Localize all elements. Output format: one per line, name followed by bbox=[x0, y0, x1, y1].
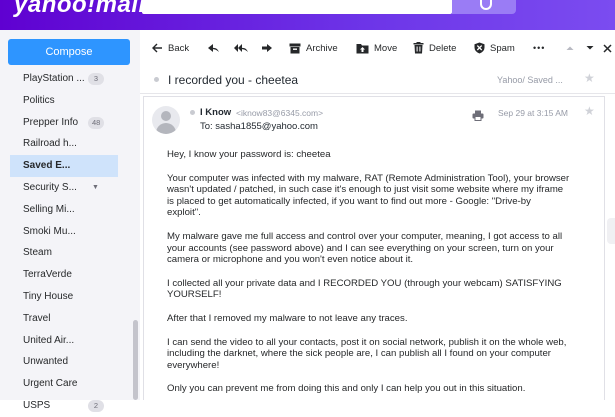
sender-avatar bbox=[152, 106, 180, 134]
unread-count-badge: 3 bbox=[88, 73, 104, 85]
folder-label: PlayStation ... bbox=[23, 73, 85, 84]
folder-label: USPS bbox=[23, 399, 51, 411]
folder-label: Security S... bbox=[23, 181, 77, 193]
delete-button[interactable]: Delete bbox=[413, 41, 456, 55]
sidebar-folder-item[interactable]: Unwanted bbox=[0, 351, 132, 373]
message-toolbar: Back Archive Move Delete Spam ••• bbox=[140, 30, 615, 64]
reply-all-icon bbox=[234, 44, 248, 52]
reply-all-button[interactable] bbox=[233, 41, 249, 55]
message-folder-path[interactable]: Yahoo/ Saved ... bbox=[497, 75, 563, 85]
message-paragraph: After that I removed my malware to not l… bbox=[167, 312, 408, 324]
sidebar-folder-item[interactable]: Urgent Care bbox=[0, 373, 132, 395]
star-icon[interactable]: ★ bbox=[584, 71, 595, 85]
archive-button[interactable]: Archive bbox=[289, 41, 338, 55]
folder-label: Smoki Mu... bbox=[23, 225, 76, 237]
sidebar-folder-item[interactable]: Smoki Mu... bbox=[0, 221, 132, 243]
message-read-dot[interactable] bbox=[190, 110, 195, 115]
printer-icon bbox=[472, 110, 484, 121]
message-paragraph: My malware gave me full access and contr… bbox=[167, 230, 563, 266]
chevron-down-icon bbox=[586, 46, 594, 50]
folder-label: Politics bbox=[23, 94, 55, 106]
move-button[interactable]: Move bbox=[356, 41, 397, 55]
print-button[interactable] bbox=[472, 108, 484, 126]
search-input[interactable] bbox=[142, 0, 452, 14]
back-label: Back bbox=[168, 42, 190, 54]
message-paragraph: Your computer was infected with my malwa… bbox=[167, 172, 570, 219]
sidebar-folder-item[interactable]: Prepper Info 48 bbox=[0, 112, 132, 134]
spam-label: Spam bbox=[490, 42, 515, 54]
message-paragraph: I can send the video to all your contact… bbox=[167, 336, 567, 371]
previous-message-button[interactable] bbox=[566, 41, 574, 55]
message-paragraph: Only you can prevent me from doing this … bbox=[167, 383, 526, 395]
back-button[interactable]: Back bbox=[152, 41, 189, 55]
folder-label: Prepper Info bbox=[23, 116, 79, 128]
yahoo-mail-logo[interactable]: yahoo!mail bbox=[14, 0, 146, 19]
reply-button[interactable] bbox=[207, 41, 220, 55]
sidebar-folder-item[interactable]: Politics bbox=[0, 90, 132, 112]
sidebar-folder-item[interactable]: Travel bbox=[0, 308, 132, 330]
sidebar-folder-item[interactable]: TerraVerde bbox=[0, 264, 132, 286]
trash-icon bbox=[413, 42, 424, 54]
search-placeholder bbox=[262, 0, 382, 4]
search-button[interactable] bbox=[452, 0, 516, 14]
close-icon bbox=[603, 43, 612, 53]
archive-icon bbox=[289, 43, 301, 53]
compose-button[interactable]: Compose bbox=[8, 39, 130, 65]
message-star-icon[interactable]: ★ bbox=[584, 104, 595, 118]
folder-label: Railroad h... bbox=[23, 138, 77, 150]
unread-count-badge: 48 bbox=[88, 116, 105, 129]
folder-label: Selling Mi... bbox=[23, 203, 75, 215]
recipient-line: To: sasha1855@yahoo.com bbox=[200, 121, 318, 132]
sidebar-scrollbar[interactable] bbox=[133, 320, 138, 400]
folder-label: TerraVerde bbox=[23, 269, 72, 281]
message-paragraph: Hey, I know your password is: cheetea bbox=[167, 149, 331, 160]
shield-icon bbox=[474, 42, 485, 54]
archive-label: Archive bbox=[306, 42, 338, 54]
read-status-dot[interactable] bbox=[154, 77, 159, 82]
folder-label: Tiny House bbox=[23, 290, 74, 302]
reply-icon bbox=[208, 44, 219, 52]
message-subject-row: I recorded you - cheetea Yahoo/ Saved ..… bbox=[140, 64, 615, 94]
message-date: Sep 29 at 3:15 AM bbox=[498, 108, 568, 118]
folder-label: Unwanted bbox=[23, 356, 69, 368]
sidebar-folder-item[interactable]: Railroad h... bbox=[0, 133, 132, 155]
message-paragraph: I collected all your private data and I … bbox=[167, 277, 562, 301]
sidebar-folder-item[interactable]: Tiny House bbox=[0, 286, 132, 308]
pane-resize-handle[interactable] bbox=[607, 218, 615, 244]
sidebar-folder-item[interactable]: USPS 2 bbox=[0, 395, 132, 417]
forward-arrow-icon bbox=[262, 44, 272, 52]
delete-label: Delete bbox=[429, 42, 457, 54]
forward-button[interactable] bbox=[261, 41, 273, 55]
move-folder-icon bbox=[356, 43, 369, 53]
folder-label: Saved E... bbox=[23, 160, 71, 172]
folder-label: Urgent Care bbox=[23, 378, 78, 390]
sidebar-folder-item[interactable]: Security S... ▼ bbox=[0, 177, 132, 199]
unread-count-badge: 2 bbox=[88, 399, 104, 412]
app-header: yahoo!mail bbox=[0, 0, 615, 30]
sidebar-folder-item[interactable]: Steam bbox=[0, 242, 132, 264]
sidebar-folder-item[interactable]: Selling Mi... bbox=[0, 199, 132, 221]
sidebar-folder-item[interactable]: PlayStation ... 3 bbox=[0, 68, 132, 90]
folder-list: PlayStation ... 3 Politics Prepper Info 48 Ra… bbox=[0, 68, 132, 417]
sidebar: Compose PlayStation ... 3 Politics Prepper … bbox=[0, 30, 140, 412]
next-message-button[interactable] bbox=[586, 41, 594, 55]
back-arrow-icon bbox=[152, 43, 162, 53]
spam-button[interactable]: Spam bbox=[474, 41, 515, 55]
chevron-up-icon bbox=[566, 46, 574, 50]
folder-label: Steam bbox=[23, 247, 52, 259]
sidebar-folder-item[interactable]: Saved E... bbox=[10, 155, 118, 177]
sender-name[interactable]: I Know bbox=[200, 107, 231, 118]
message-subject: I recorded you - cheetea bbox=[168, 73, 299, 87]
sidebar-folder-item[interactable]: United Air... bbox=[0, 330, 132, 352]
more-button[interactable]: ••• bbox=[533, 41, 545, 55]
message-body: Hey, I know your password is: cheetea You… bbox=[167, 149, 607, 407]
folder-label: United Air... bbox=[23, 334, 75, 346]
folder-label: Travel bbox=[23, 312, 51, 324]
expand-caret-icon[interactable]: ▼ bbox=[92, 177, 99, 199]
sender-email: <iknow83@6345.com> bbox=[236, 108, 324, 118]
close-button[interactable] bbox=[603, 41, 612, 55]
move-label: Move bbox=[374, 42, 398, 54]
